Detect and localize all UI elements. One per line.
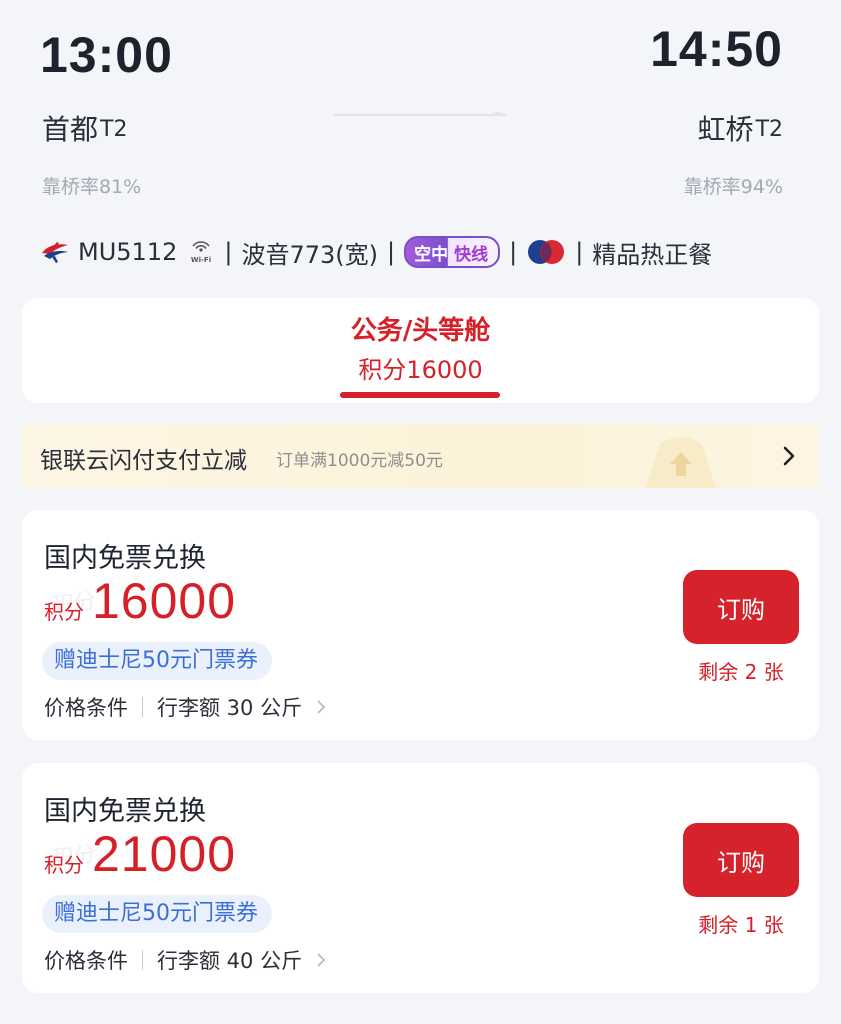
gift-coupon-tag[interactable]: 赠迪士尼50元门票券 bbox=[42, 895, 272, 933]
arrival-bridge-rate: 靠桥率94% bbox=[683, 176, 783, 198]
chevron-right-icon[interactable] bbox=[781, 443, 797, 469]
air-express-badge: 空中 快线 bbox=[404, 236, 501, 268]
price-condition-label: 价格条件 bbox=[44, 696, 128, 720]
info-separator: | bbox=[387, 238, 396, 266]
offer-points: 21000 bbox=[92, 826, 237, 882]
info-separator: | bbox=[224, 238, 233, 266]
baggage-allowance: 行李额 40 公斤 bbox=[157, 949, 303, 973]
offer-conditions[interactable]: 价格条件 行李额 30 公斤 bbox=[44, 692, 326, 722]
meal-type: 精品热正餐 bbox=[592, 240, 713, 269]
departure-airport-name: 首都 bbox=[42, 113, 99, 146]
departure-time: 13:00 bbox=[40, 27, 173, 83]
divider bbox=[142, 950, 143, 970]
arrival-airport-name: 虹桥 bbox=[697, 113, 754, 146]
chevron-right-icon bbox=[317, 953, 326, 967]
meal-logo-icon bbox=[528, 240, 565, 264]
offer-card: 国内免票兑换 积分 积分 21000 赠迪士尼50元门票券 价格条件 行李额 4… bbox=[22, 763, 819, 993]
buy-button[interactable]: 订购 bbox=[683, 823, 799, 897]
cabin-points: 积分16000 bbox=[358, 356, 483, 384]
arrival-terminal: T2 bbox=[755, 117, 783, 142]
offer-title: 国内免票兑换 bbox=[44, 543, 206, 574]
wifi-icon: Wi-Fi bbox=[191, 241, 211, 264]
info-separator: | bbox=[575, 238, 584, 266]
flight-number: MU5112 bbox=[78, 238, 178, 266]
offer-points-label: 积分 bbox=[44, 600, 84, 624]
air-express-badge-left: 空中 bbox=[414, 244, 449, 265]
gift-coupon-tag[interactable]: 赠迪士尼50元门票券 bbox=[42, 642, 272, 680]
flight-info-row[interactable]: MU5112 Wi-Fi | 波音773(宽) | 空中 快线 | | 精品热正… bbox=[40, 232, 712, 272]
promo-title: 银联云闪付支付立减 bbox=[40, 448, 247, 474]
remaining-tickets: 剩余 1 张 bbox=[698, 913, 784, 937]
tab-active-indicator bbox=[340, 392, 500, 398]
divider bbox=[142, 697, 143, 717]
air-express-badge-right: 快线 bbox=[454, 244, 489, 265]
promo-description: 订单满1000元减50元 bbox=[276, 451, 443, 471]
offer-points: 16000 bbox=[92, 573, 237, 629]
departure-bridge-rate: 靠桥率81% bbox=[42, 176, 142, 198]
price-condition-label: 价格条件 bbox=[44, 949, 128, 973]
buy-button[interactable]: 订购 bbox=[683, 570, 799, 644]
svg-text:Wi-Fi: Wi-Fi bbox=[191, 256, 211, 264]
promo-decoration-icon bbox=[646, 437, 716, 488]
offer-points-label: 积分 bbox=[44, 853, 84, 877]
departure-terminal: T2 bbox=[100, 117, 128, 142]
offer-title: 国内免票兑换 bbox=[44, 796, 206, 827]
remaining-tickets: 剩余 2 张 bbox=[698, 660, 784, 684]
flight-header: 13:00 14:50 首都T2 虹桥T2 靠桥率81% 靠桥率94% MU51… bbox=[0, 0, 841, 290]
aircraft-type: 波音773(宽) bbox=[241, 240, 378, 269]
payment-promo-banner[interactable]: 银联云闪付支付立减 订单满1000元减50元 bbox=[22, 424, 819, 488]
departure-airport: 首都T2 bbox=[42, 108, 127, 148]
cabin-tab-card[interactable]: 公务/头等舱 积分16000 bbox=[22, 298, 819, 403]
arrival-airport: 虹桥T2 bbox=[698, 108, 783, 148]
chevron-right-icon bbox=[317, 700, 326, 714]
offer-conditions[interactable]: 价格条件 行李额 40 公斤 bbox=[44, 945, 326, 975]
cabin-name: 公务/头等舱 bbox=[350, 316, 491, 346]
airline-logo-icon bbox=[42, 242, 68, 263]
arrival-time: 14:50 bbox=[650, 21, 783, 77]
baggage-allowance: 行李额 30 公斤 bbox=[157, 696, 303, 720]
route-arrow-icon bbox=[333, 112, 508, 116]
info-separator: | bbox=[509, 238, 518, 266]
offer-card: 国内免票兑换 积分 积分 16000 赠迪士尼50元门票券 价格条件 行李额 3… bbox=[22, 510, 819, 740]
